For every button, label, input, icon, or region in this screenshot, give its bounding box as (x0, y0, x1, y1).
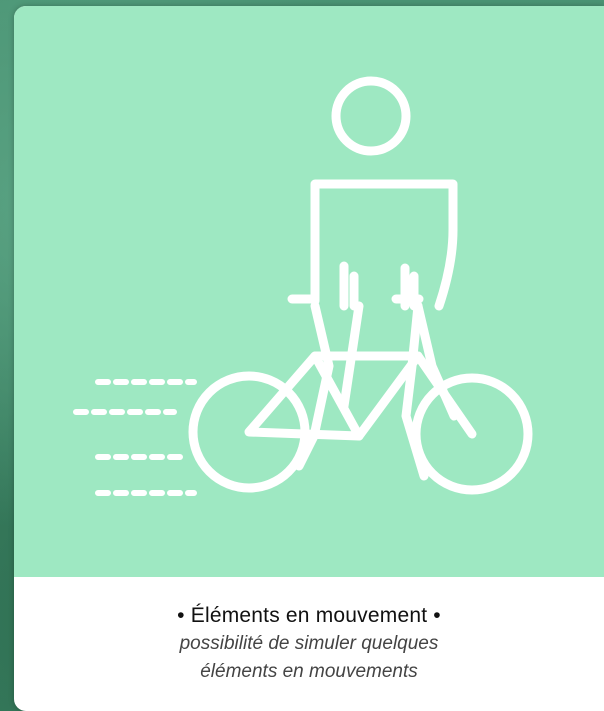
illustration-panel (14, 6, 604, 577)
rider-head (331, 76, 411, 156)
card-subtitle-line-2: éléments en mouvements (200, 661, 418, 682)
person-on-bicycle-moving-icon (73, 76, 533, 496)
rider-torso (310, 179, 458, 311)
speed-lines (73, 379, 197, 496)
card-caption: • Éléments en mouvement • possibilité de… (14, 577, 604, 711)
card-title: • Éléments en mouvement • (177, 604, 441, 627)
feature-card: • Éléments en mouvement • possibilité de… (14, 6, 604, 711)
card-subtitle-line-1: possibilité de simuler quelques (179, 633, 439, 654)
